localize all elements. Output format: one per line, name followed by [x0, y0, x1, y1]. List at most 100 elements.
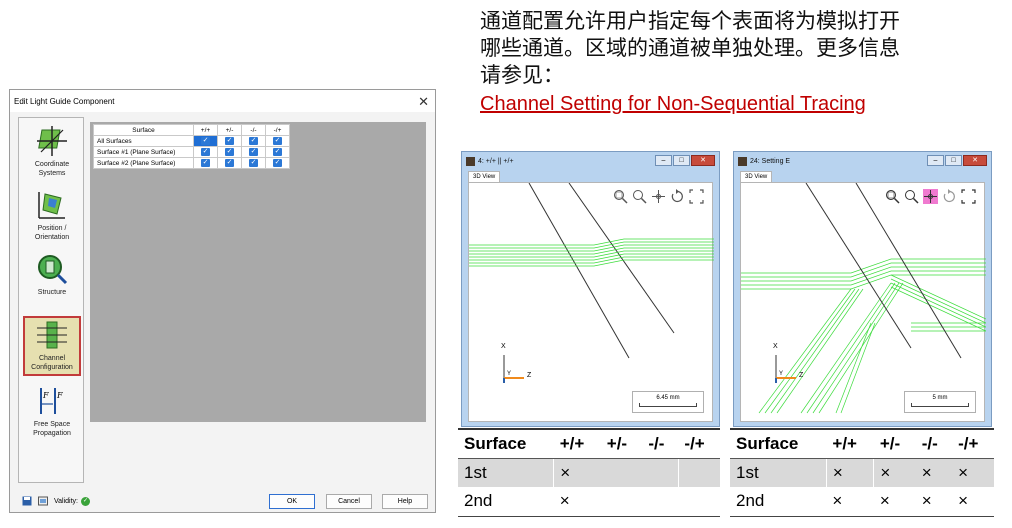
table-header: -/- — [642, 428, 679, 459]
table-header: +/+ — [826, 428, 874, 459]
checkmark-icon: ✓ — [273, 148, 282, 156]
table-header: -/- — [915, 428, 953, 459]
minimize-icon[interactable]: – — [655, 155, 672, 166]
edit-light-guide-dialog: Edit Light Guide Component ✕ Coordinate … — [9, 89, 436, 513]
sidebar-item-position-orientation[interactable]: Position / Orientation — [23, 188, 81, 246]
caption-line-2: 哪些通道。区域的通道被单独处理。更多信息 — [480, 36, 900, 60]
free-space-propagation-icon: F F — [40, 388, 63, 414]
3d-view-canvas[interactable]: X Y Z 6.45 mm — [468, 182, 714, 422]
table-header: +/- — [873, 428, 916, 459]
checkmark-icon: ✓ — [201, 137, 210, 145]
window-controls: – □ ✕ — [927, 155, 987, 166]
checkmark-icon: ✓ — [249, 148, 258, 156]
ray-trace-plot — [469, 183, 714, 383]
sidebar-item-channel-configuration[interactable]: Channel Configuration — [23, 316, 81, 376]
sidebar-label: Coordinate Systems — [34, 161, 70, 177]
maximize-icon[interactable]: □ — [673, 155, 690, 166]
channel-table-2: Surface +/+ +/- -/- -/+ 1st × × × × 2nd … — [730, 428, 994, 517]
3d-view-canvas[interactable]: X Y Z 5 mm — [740, 182, 986, 422]
zoom-icon[interactable] — [632, 189, 647, 204]
table-cell — [678, 487, 720, 517]
table-header: -/- — [241, 124, 266, 136]
zoom-icon[interactable] — [904, 189, 919, 204]
channel-checkbox[interactable]: ✓ — [193, 157, 218, 169]
close-icon[interactable]: ✕ — [691, 155, 715, 166]
channel-checkbox[interactable]: ✓ — [217, 135, 242, 147]
view-window-1: 4: +/+ || +/+ – □ ✕ 3D View X Y Z 6.45 m… — [461, 151, 720, 427]
catalog-icon[interactable] — [38, 496, 48, 506]
sidebar-item-free-space-propagation[interactable]: F F Free Space Propagation — [23, 384, 81, 442]
app-icon — [738, 156, 747, 166]
rotate-icon[interactable] — [670, 189, 685, 204]
axis-y-label: Y — [507, 371, 512, 377]
channel-checkbox[interactable]: ✓ — [241, 135, 266, 147]
pan-icon[interactable] — [651, 189, 666, 204]
checkmark-icon: ✓ — [225, 159, 234, 167]
axis-triad — [775, 355, 796, 383]
maximize-icon[interactable]: □ — [945, 155, 962, 166]
row-label: All Surfaces — [93, 135, 194, 147]
pan-icon[interactable] — [923, 189, 938, 204]
view-window-2: 24: Setting E – □ ✕ 3D View X Y Z 5 mm — [733, 151, 992, 427]
scale-bar: 5 mm — [904, 391, 976, 413]
channel-setting-link[interactable]: Channel Setting for Non-Sequential Traci… — [480, 91, 1000, 118]
tab-3d-view[interactable]: 3D View — [468, 171, 501, 182]
checkmark-icon: ✓ — [201, 148, 210, 156]
help-button[interactable]: Help — [382, 494, 428, 509]
channel-checkbox[interactable]: ✓ — [265, 146, 290, 158]
table-row: All Surfaces ✓ ✓ ✓ ✓ — [93, 135, 290, 147]
table-cell — [600, 458, 643, 487]
row-label: 2nd — [458, 487, 554, 517]
check-circle-icon: ✓ — [81, 496, 90, 506]
close-icon[interactable]: ✕ — [418, 95, 429, 108]
channel-configuration-panel: Surface +/+ +/- -/- -/+ All Surfaces ✓ ✓… — [90, 122, 426, 422]
dialog-titlebar: Edit Light Guide Component ✕ — [10, 90, 435, 112]
channel-table: Surface +/+ +/- -/- -/+ All Surfaces ✓ ✓… — [93, 124, 290, 169]
table-cell — [642, 458, 679, 487]
channel-checkbox[interactable]: ✓ — [241, 146, 266, 158]
view-toolbar — [885, 189, 976, 204]
table-header: Surface — [730, 428, 827, 459]
sidebar-item-coordinate-systems[interactable]: Coordinate Systems — [23, 124, 81, 182]
tab-3d-view[interactable]: 3D View — [740, 171, 773, 182]
table-header: +/+ — [193, 124, 218, 136]
table-header: Surface — [93, 124, 194, 136]
caption-line-3: 请参见： — [480, 63, 564, 87]
channel-checkbox[interactable]: ✓ — [265, 157, 290, 169]
scale-bar: 6.45 mm — [632, 391, 704, 413]
row-label: Surface #2 (Plane Surface) — [93, 157, 194, 169]
view-toolbar — [613, 189, 704, 204]
table-cell — [642, 487, 679, 517]
table-cell: × — [952, 458, 994, 487]
channel-table-1: Surface +/+ +/- -/- -/+ 1st × 2nd × — [458, 428, 720, 517]
fit-view-icon[interactable] — [961, 189, 976, 204]
zoom-window-icon[interactable] — [885, 189, 900, 204]
zoom-window-icon[interactable] — [613, 189, 628, 204]
close-icon[interactable]: ✕ — [963, 155, 987, 166]
fit-view-icon[interactable] — [689, 189, 704, 204]
save-icon[interactable] — [22, 496, 32, 506]
row-label: 2nd — [730, 487, 827, 517]
axis-z-label: Z — [527, 372, 532, 379]
checkmark-icon: ✓ — [225, 137, 234, 145]
channel-checkbox[interactable]: ✓ — [265, 135, 290, 147]
minimize-icon[interactable]: – — [927, 155, 944, 166]
table-cell: × — [873, 487, 916, 517]
checkmark-icon: ✓ — [273, 159, 282, 167]
channel-checkbox[interactable]: ✓ — [217, 157, 242, 169]
ray-bundle — [741, 258, 986, 414]
channel-checkbox[interactable]: ✓ — [217, 146, 242, 158]
channel-checkbox[interactable]: ✓ — [241, 157, 266, 169]
cancel-button[interactable]: Cancel — [326, 494, 372, 509]
dialog-title: Edit Light Guide Component — [14, 96, 115, 106]
table-cell: × — [825, 458, 874, 487]
rotate-icon[interactable] — [942, 189, 957, 204]
ok-button[interactable]: OK — [269, 494, 315, 509]
channel-configuration-icon — [37, 321, 67, 349]
channel-checkbox[interactable]: ✓ — [193, 146, 218, 158]
sidebar-label: Structure — [37, 289, 67, 296]
sidebar-item-structure[interactable]: Structure — [23, 252, 81, 310]
channel-checkbox[interactable]: ✓ — [193, 135, 218, 147]
axis-x-label: X — [501, 343, 506, 350]
coordinate-systems-icon — [37, 126, 67, 156]
